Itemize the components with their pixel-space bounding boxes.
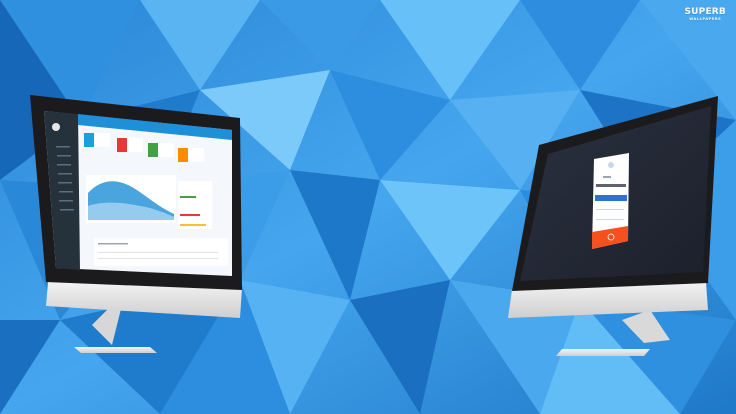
dashboard-area-chart xyxy=(86,175,176,223)
right-stand-base xyxy=(556,349,650,356)
avatar xyxy=(52,123,60,131)
dashboard-table xyxy=(94,238,228,266)
login-card xyxy=(592,153,629,249)
watermark-line2: WALLPAPERS xyxy=(689,17,722,21)
wallpaper-illustration xyxy=(0,0,736,414)
watermark-logo: SUPERB WALLPAPERS xyxy=(684,8,726,22)
dashboard-side-list xyxy=(178,181,212,229)
watermark-line1: SUPERB xyxy=(684,7,726,17)
wallpaper-stage: SUPERB WALLPAPERS xyxy=(0,0,736,414)
left-stand-base xyxy=(74,347,157,353)
